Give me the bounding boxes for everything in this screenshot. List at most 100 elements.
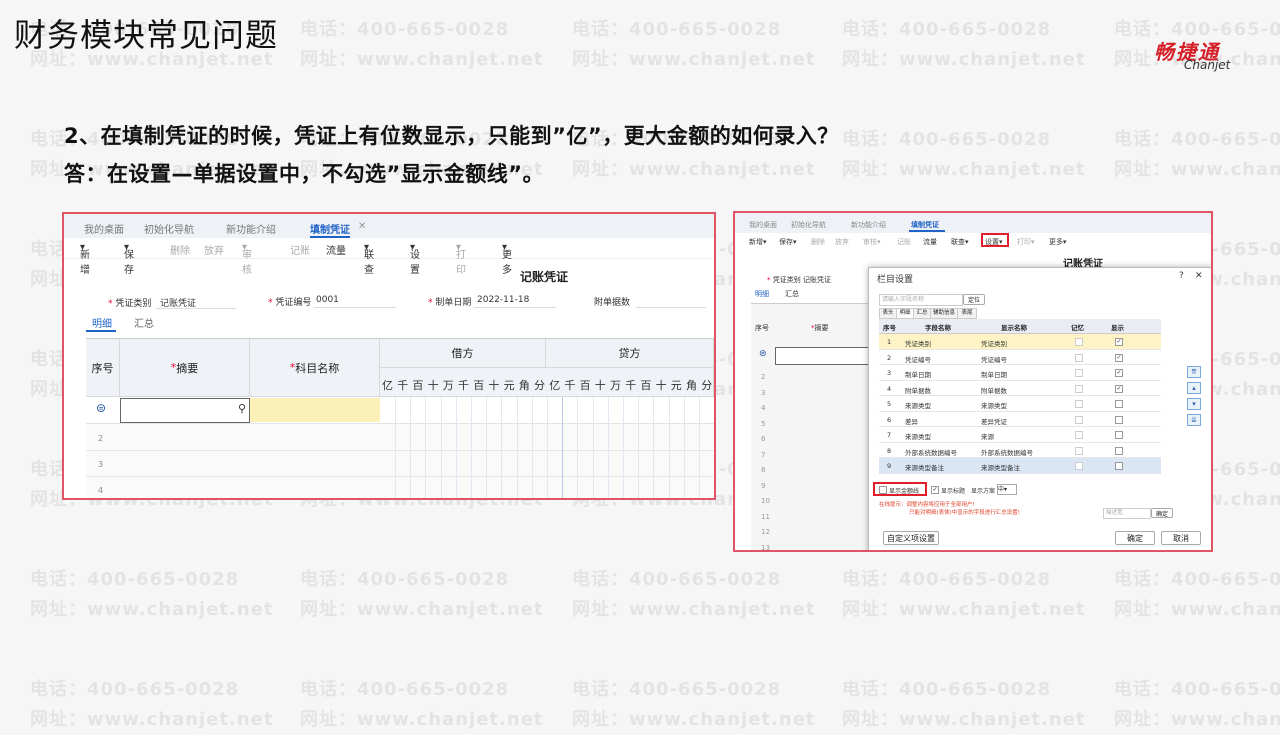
settings-button[interactable]: 设置▾ (410, 242, 420, 276)
tab-init-nav[interactable]: 初始化导航 (791, 220, 826, 230)
remember-checkbox[interactable] (1075, 338, 1083, 346)
flow-button[interactable]: 流量 (326, 242, 346, 257)
show-checkbox[interactable]: ✓ (1115, 353, 1123, 362)
show-amount-line-checkbox[interactable] (879, 486, 887, 494)
discard-button[interactable]: 放弃 (204, 242, 224, 257)
digit-header: 十 (594, 379, 606, 392)
tab-fill-voucher[interactable]: 填制凭证 (911, 220, 939, 230)
display-scheme-select[interactable]: 中▾ (997, 484, 1017, 495)
help-icon[interactable]: ? (1179, 271, 1184, 281)
post-button[interactable]: 记账 (290, 242, 310, 257)
dialog-tab[interactable]: 辅助信息 (930, 308, 958, 319)
digit-header: 分 (534, 379, 545, 392)
answer-text: 答：在设置—单据设置中，不勾选”显示金额线”。 (64, 162, 545, 186)
new-button[interactable]: 新增▾ (749, 237, 767, 247)
dialog-tab[interactable]: 表头 (879, 308, 897, 319)
account-input[interactable] (250, 398, 380, 422)
tip-line-2: 只能对明细(表体)中显示的字段进行汇总设置! (909, 510, 1020, 516)
locate-button[interactable]: 定位 (963, 294, 985, 305)
voucher-type-field[interactable]: 记账凭证 (803, 275, 831, 285)
width-confirm-button[interactable]: 确定 (1151, 508, 1173, 518)
settings-row[interactable]: 9 来源类型备注 来源类型备注 (879, 458, 1161, 474)
custom-items-button[interactable]: 自定义项设置 (883, 531, 939, 545)
cancel-button[interactable]: 取消 (1161, 531, 1201, 545)
row-menu-icon[interactable]: ⊜ (96, 401, 106, 415)
move-bottom-icon[interactable]: ⇊ (1187, 414, 1201, 426)
remember-checkbox[interactable] (1075, 353, 1083, 362)
settings-row[interactable]: 5 来源类型 来源类型 (879, 396, 1161, 412)
date-field[interactable]: 2022-11-18 (477, 295, 529, 305)
tab-new-features[interactable]: 新功能介绍 (226, 221, 276, 236)
tab-new-features[interactable]: 新功能介绍 (851, 220, 886, 230)
remember-checkbox[interactable] (1075, 462, 1083, 470)
show-checkbox[interactable] (1115, 462, 1123, 470)
dialog-tab[interactable]: 汇总 (913, 308, 931, 319)
more-button[interactable]: 更多▾ (1049, 237, 1067, 247)
linked-query-button[interactable]: 联查▾ (951, 237, 969, 247)
width-input[interactable]: 描述宽 (1103, 508, 1151, 519)
tab-init-nav[interactable]: 初始化导航 (144, 221, 194, 236)
show-title-checkbox[interactable]: ✓ (931, 486, 939, 494)
audit-button[interactable]: 审核▾ (863, 237, 881, 247)
subtab-summary[interactable]: 汇总 (785, 289, 799, 299)
close-icon[interactable]: ✕ (358, 221, 366, 232)
remember-checkbox[interactable] (1075, 415, 1083, 424)
remember-checkbox[interactable] (1075, 446, 1083, 455)
settings-row[interactable]: 7 来源类型 来源 (879, 427, 1161, 443)
linked-query-button[interactable]: 联查▾ (364, 242, 374, 276)
settings-row[interactable]: 1 凭证类别 凭证类别 ✓ (879, 334, 1161, 350)
show-checkbox[interactable] (1115, 431, 1123, 439)
col-remember: 记忆 (1071, 324, 1084, 332)
show-checkbox[interactable] (1115, 400, 1123, 408)
print-button[interactable]: 打印▾ (1017, 237, 1035, 247)
show-checkbox[interactable]: ✓ (1115, 384, 1123, 393)
show-checkbox[interactable] (1115, 415, 1123, 424)
settings-row[interactable]: 8 外部系统数据编号 外部系统数据编号 (879, 442, 1161, 458)
ok-button[interactable]: 确定 (1115, 531, 1155, 545)
move-up-icon[interactable]: ▴ (1187, 382, 1201, 394)
dialog-tab[interactable]: 表尾 (957, 308, 977, 319)
delete-button[interactable]: 删除 (811, 237, 825, 247)
question-text: 2、在填制凭证的时候，凭证上有位数显示，只能到”亿”，更大金额的如何录入？ (64, 124, 839, 148)
summary-input[interactable]: ⚲ (120, 398, 250, 423)
audit-button[interactable]: 审核▾ (242, 242, 252, 276)
close-icon[interactable]: ✕ (1195, 271, 1203, 281)
save-button[interactable]: 保存▾ (124, 242, 134, 276)
settings-row[interactable]: 2 凭证编号 凭证编号 ✓ (879, 349, 1161, 365)
subtab-summary[interactable]: 汇总 (134, 315, 154, 330)
tab-desktop[interactable]: 我的桌面 (84, 221, 124, 236)
tab-fill-voucher[interactable]: 填制凭证 (310, 221, 350, 238)
settings-row[interactable]: 4 附单据数 附单据数 ✓ (879, 380, 1161, 396)
voucher-no-field[interactable]: 0001 (316, 295, 339, 305)
digit-header: 千 (458, 379, 469, 392)
summary-input[interactable] (775, 347, 873, 365)
subtab-detail[interactable]: 明细 (92, 315, 112, 330)
save-button[interactable]: 保存▾ (779, 237, 797, 247)
remember-checkbox[interactable] (1075, 384, 1083, 393)
show-checkbox[interactable] (1115, 446, 1123, 455)
post-button[interactable]: 记账 (897, 237, 911, 247)
digit-header: 十 (427, 379, 439, 392)
remember-checkbox[interactable] (1075, 400, 1083, 408)
dialog-tab[interactable]: 明细 (896, 308, 914, 319)
remember-checkbox[interactable] (1075, 431, 1083, 439)
row-number: 11 (761, 512, 770, 521)
flow-button[interactable]: 流量 (923, 237, 937, 247)
tab-desktop[interactable]: 我的桌面 (749, 220, 777, 230)
move-top-icon[interactable]: ⇈ (1187, 366, 1201, 378)
row-menu-icon[interactable]: ⊜ (759, 349, 767, 359)
move-down-icon[interactable]: ▾ (1187, 398, 1201, 410)
new-button[interactable]: 新增▾ (80, 242, 90, 276)
show-checkbox[interactable]: ✓ (1115, 338, 1123, 346)
field-search-input[interactable]: 请输入字段名称 (879, 294, 963, 306)
more-button[interactable]: 更多▾ (502, 242, 512, 276)
subtab-detail[interactable]: 明细 (755, 289, 769, 299)
settings-row[interactable]: 6 差异 差异凭证 (879, 411, 1161, 427)
print-button[interactable]: 打印▾ (456, 242, 466, 276)
show-checkbox[interactable]: ✓ (1115, 369, 1123, 377)
discard-button[interactable]: 放弃 (835, 237, 849, 247)
search-icon[interactable]: ⚲ (238, 402, 246, 415)
settings-row[interactable]: 3 制单日期 制单日期 ✓ (879, 365, 1161, 381)
remember-checkbox[interactable] (1075, 369, 1083, 377)
delete-button[interactable]: 删除 (170, 242, 190, 257)
